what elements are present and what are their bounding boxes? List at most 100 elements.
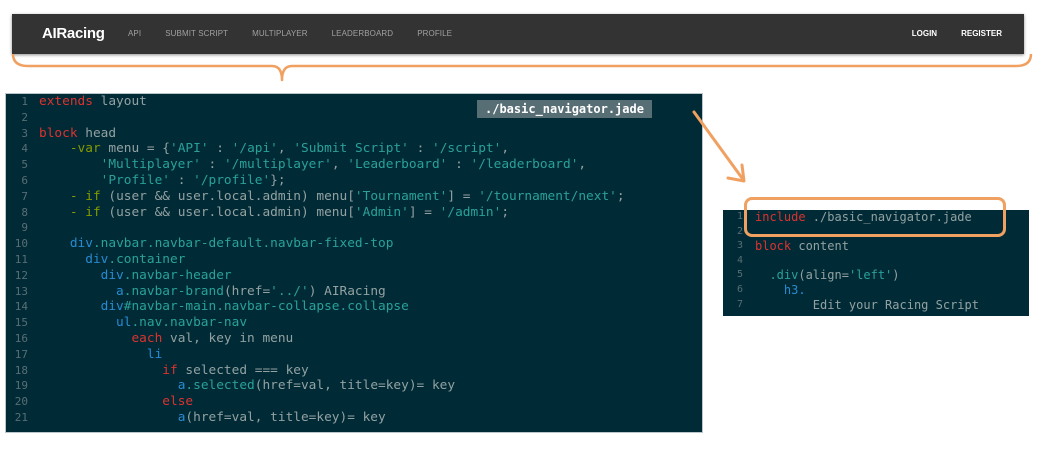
line-number: 18: [14, 363, 28, 377]
code-token: extends: [39, 94, 93, 109]
login-link[interactable]: LOGIN: [912, 14, 937, 54]
include-highlight-box: [744, 197, 1006, 237]
line-number: 9: [21, 221, 28, 235]
code-line: 4: [723, 254, 1029, 269]
code-token: :: [408, 141, 433, 157]
code-token: .div: [769, 268, 799, 283]
code-token: ) AIRacing: [308, 283, 386, 299]
code-line: 3 block head: [6, 126, 702, 142]
code-token: menu = {: [100, 141, 170, 157]
nav-link-leaderboard[interactable]: LEADERBOARD: [332, 14, 394, 54]
code-token: ] =: [408, 204, 440, 220]
code-line: 7 - if (user && user.local.admin) menu['…: [6, 189, 702, 205]
code-token: :: [169, 172, 194, 188]
code-token: - if: [69, 188, 101, 204]
code-token: ;: [501, 204, 510, 220]
code-text: ul.nav.navbar-nav: [39, 315, 247, 331]
nav-link-multiplayer[interactable]: MULTIPLAYER: [252, 14, 307, 54]
code-token: '/multiplayer': [223, 157, 332, 173]
code-line: 18 if selected === key: [6, 363, 702, 379]
code-text: div.navbar-header: [39, 268, 232, 284]
code-token: block: [755, 239, 792, 254]
code-line: 10 div.navbar.navbar-default.navbar-fixe…: [6, 236, 702, 252]
code-token: .container: [108, 251, 186, 267]
code-token: (user && user.local.admin) menu[: [100, 188, 355, 204]
code-token: h3.: [783, 282, 806, 297]
code-token: -var: [69, 141, 101, 157]
line-number: 8: [21, 205, 28, 219]
code-token: each: [131, 330, 163, 346]
code-token: (user && user.local.admin) menu[: [100, 204, 355, 220]
code-token: 'Admin': [354, 204, 409, 220]
line-number: 16: [14, 331, 28, 345]
navbar-brand[interactable]: AIRacing: [42, 14, 105, 54]
code-line: 3 block content: [723, 239, 1029, 254]
code-token: if: [162, 362, 178, 378]
code-text: each val, key in menu: [39, 331, 293, 347]
navbar: AIRacing API SUBMIT SCRIPT MULTIPLAYER L…: [12, 14, 1024, 54]
code-token: ,: [331, 157, 348, 173]
line-number: 10: [14, 237, 28, 251]
line-number: 12: [14, 268, 28, 282]
code-token: (href=val, title=key)= key: [185, 409, 386, 425]
nav-link-profile[interactable]: PROFILE: [417, 14, 452, 54]
code-text: a.navbar-brand(href='../') AIRacing: [39, 284, 386, 300]
line-number: 13: [14, 284, 28, 298]
navbar-bracket: [11, 53, 1033, 82]
line-number: 21: [14, 410, 28, 424]
line-number: 15: [14, 316, 28, 330]
code-line: 13 a.navbar-brand(href='../') AIRacing: [6, 284, 702, 300]
code-line: 16 each val, key in menu: [6, 331, 702, 347]
code-text: a.selected(href=val, title=key)= key: [39, 378, 455, 394]
line-number: 1: [21, 95, 28, 108]
code-text: div.container: [39, 252, 185, 268]
line-number: 7: [736, 298, 743, 310]
code-line: 8 - if (user && user.local.admin) menu['…: [6, 205, 702, 221]
code-token: ,: [277, 141, 294, 157]
code-text: 'Multiplayer' : '/multiplayer', 'Leaderb…: [39, 157, 586, 173]
code-token: a: [116, 283, 124, 299]
code-text: h3.: [755, 283, 806, 298]
code-text: - if (user && user.local.admin) menu['Ad…: [39, 205, 509, 221]
line-number: 3: [21, 126, 28, 140]
register-link[interactable]: REGISTER: [961, 14, 1002, 54]
line-number: 19: [14, 379, 28, 393]
line-number: 20: [14, 395, 28, 409]
code-text: block content: [755, 239, 849, 254]
code-token: .navbar.navbar-default.navbar-fixed-top: [92, 236, 394, 252]
code-token: ,: [501, 141, 510, 157]
code-text: - if (user && user.local.admin) menu['To…: [39, 189, 625, 205]
line-number: 2: [736, 225, 743, 237]
code-text: Edit your Racing Script: [755, 298, 979, 313]
code-token: 'API': [170, 141, 209, 157]
code-token: ul: [116, 315, 132, 331]
line-number: 11: [14, 252, 28, 266]
nav-link-submit-script[interactable]: SUBMIT SCRIPT: [165, 14, 228, 54]
code-text: div#navbar-main.navbar-collapse.collapse: [39, 299, 409, 315]
line-number: 14: [14, 300, 28, 314]
code-filename-label: ./basic_navigator.jade: [477, 100, 652, 118]
code-token: (href=: [223, 283, 271, 299]
code-token: 'Leaderboard': [347, 157, 448, 173]
code-line: 19 a.selected(href=val, title=key)= key: [6, 378, 702, 394]
main-code-lines: 1 extends layout 2 3 block head 4 -var menu =…: [6, 94, 702, 426]
code-token: (href=val, title=key)= key: [254, 378, 456, 394]
line-number: 17: [14, 347, 28, 361]
code-token: 'Tournament': [354, 188, 448, 204]
code-line: 20 else: [6, 394, 702, 410]
line-number: 4: [736, 254, 743, 266]
line-number: 5: [21, 158, 28, 172]
line-number: 3: [736, 240, 743, 252]
code-token: else: [162, 394, 194, 410]
nav-link-api[interactable]: API: [128, 14, 141, 54]
